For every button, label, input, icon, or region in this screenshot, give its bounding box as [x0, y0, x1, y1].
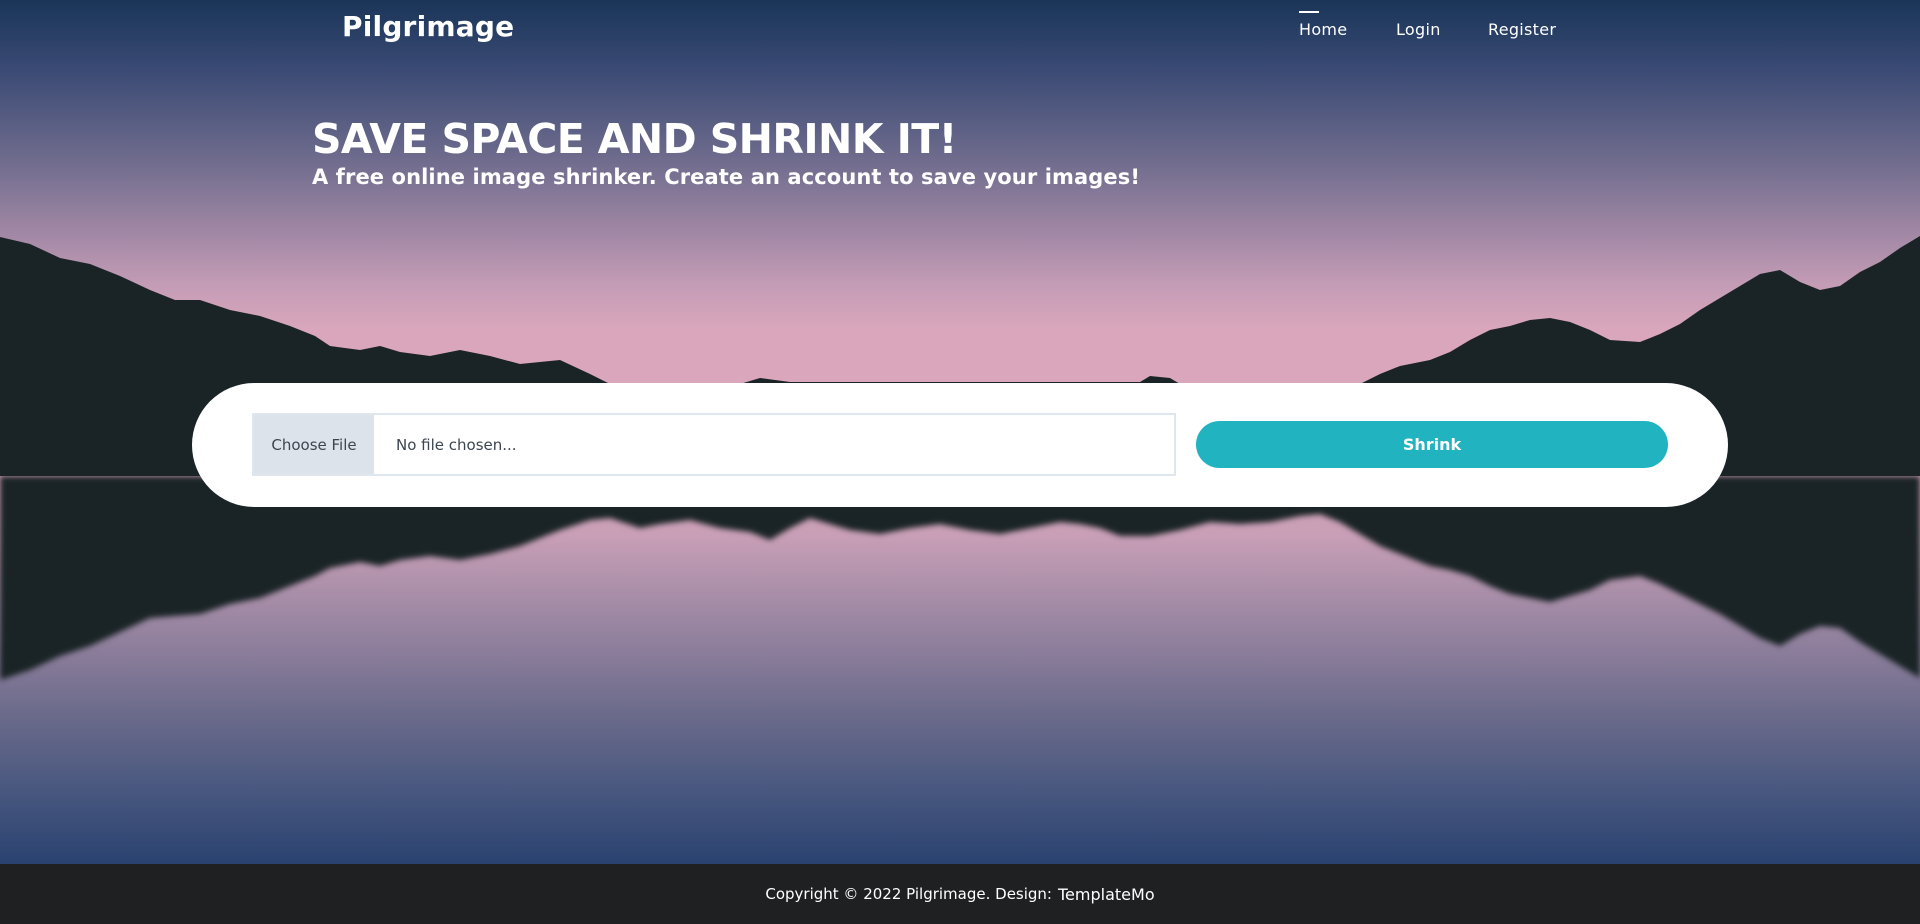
upload-form: Choose File No file chosen... Shrink: [192, 383, 1728, 507]
hero-section: SAVE SPACE AND SHRINK IT! A free online …: [312, 113, 1512, 189]
brand-logo[interactable]: Pilgrimage: [342, 10, 514, 43]
templatemo-link[interactable]: TemplateMo: [1058, 885, 1155, 904]
shrink-button[interactable]: Shrink: [1196, 421, 1668, 468]
file-input-group[interactable]: Choose File No file chosen...: [252, 413, 1176, 476]
copyright-text: Copyright © 2022 Pilgrimage. Design:: [765, 885, 1052, 903]
nav-active-indicator: [1299, 11, 1319, 13]
nav-register-link[interactable]: Register: [1488, 20, 1556, 39]
nav-home-link[interactable]: Home: [1299, 20, 1347, 39]
hero-title: SAVE SPACE AND SHRINK IT!: [312, 115, 957, 163]
nav-login-link[interactable]: Login: [1396, 20, 1441, 39]
footer: Copyright © 2022 Pilgrimage. Design: Tem…: [0, 864, 1920, 924]
file-status-label[interactable]: No file chosen...: [374, 415, 1174, 474]
choose-file-button[interactable]: Choose File: [254, 415, 374, 474]
navbar: Pilgrimage Home Login Register: [0, 0, 1920, 60]
hero-subtitle: A free online image shrinker. Create an …: [312, 165, 1140, 189]
